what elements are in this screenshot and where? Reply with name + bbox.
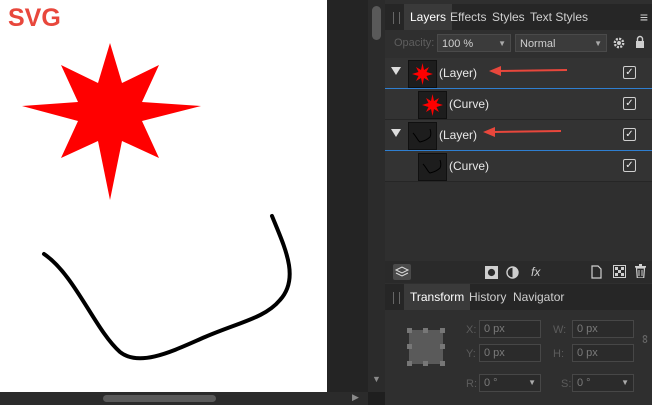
curve-thumbnail-icon — [418, 153, 447, 181]
vertical-scroll-thumb[interactable] — [372, 6, 381, 40]
w-label: W: — [553, 324, 567, 336]
opacity-value: 100 % — [442, 38, 474, 50]
expand-triangle-icon[interactable] — [391, 67, 401, 75]
chevron-down-icon: ▼ — [594, 39, 602, 48]
chevron-down-icon: ▼ — [498, 39, 506, 48]
panel-grip-icon[interactable] — [393, 12, 400, 24]
layer-tools-strip: fx — [385, 261, 652, 283]
vertical-scrollbar[interactable]: ▼ — [368, 0, 385, 392]
layers-stack-icon[interactable] — [393, 264, 411, 280]
x-position-field[interactable]: 0 px — [479, 320, 541, 338]
horizontal-scrollbar[interactable]: ▶ — [0, 392, 368, 405]
opacity-blend-row: Opacity: 100 % ▼ Normal ▼ — [385, 32, 652, 56]
x-label: X: — [466, 324, 477, 336]
star-thumbnail-icon — [408, 60, 437, 88]
visibility-checkbox[interactable]: ✓ — [623, 159, 636, 172]
tab-layers[interactable]: Layers — [404, 4, 453, 30]
h-label: H: — [553, 348, 564, 360]
tab-transform[interactable]: Transform — [404, 284, 471, 310]
layer-name: (Curve) — [449, 159, 490, 173]
fx-icon[interactable]: fx — [531, 265, 540, 279]
link-proportions-icon[interactable]: ∞ — [638, 335, 652, 344]
visibility-checkbox[interactable]: ✓ — [623, 128, 636, 141]
blend-mode-value: Normal — [520, 38, 556, 50]
star-thumbnail-icon — [418, 91, 447, 119]
scroll-right-arrow-icon[interactable]: ▶ — [352, 392, 359, 403]
blend-mode-select[interactable]: Normal ▼ — [515, 34, 607, 52]
height-field[interactable]: 0 px — [572, 344, 634, 362]
layers-tabbar: Layers Effects Styles Text Styles ≡ — [385, 4, 652, 30]
studio-panel: Layers Effects Styles Text Styles ≡ Opac… — [385, 0, 652, 405]
tab-effects[interactable]: Effects — [450, 4, 486, 30]
mask-icon[interactable] — [485, 266, 498, 279]
tab-styles[interactable]: Styles — [492, 4, 525, 30]
black-curve-shape[interactable] — [42, 214, 292, 361]
document-canvas[interactable]: SVG — [0, 0, 327, 392]
adjustment-icon[interactable] — [506, 266, 519, 279]
tab-navigator[interactable]: Navigator — [513, 284, 564, 310]
r-label: R: — [466, 378, 477, 390]
width-field[interactable]: 0 px — [572, 320, 634, 338]
opacity-field[interactable]: 100 % ▼ — [437, 34, 511, 52]
transform-tabbar: Transform History Navigator — [385, 284, 652, 310]
anchor-point-selector[interactable] — [407, 328, 445, 366]
red-star-shape[interactable] — [22, 43, 201, 200]
visibility-checkbox[interactable]: ✓ — [623, 66, 636, 79]
rotation-field[interactable]: 0 ° ▼ — [479, 374, 541, 392]
y-label: Y: — [466, 348, 476, 360]
y-position-field[interactable]: 0 px — [479, 344, 541, 362]
panel-menu-icon[interactable]: ≡ — [640, 9, 648, 25]
expand-triangle-icon[interactable] — [391, 129, 401, 137]
tab-history[interactable]: History — [469, 284, 506, 310]
pixel-layer-icon[interactable] — [613, 265, 626, 278]
red-annotation-arrow-icon — [489, 66, 568, 76]
s-label: S: — [561, 378, 572, 390]
layer-name: (Layer) — [439, 128, 478, 142]
gear-icon[interactable] — [612, 36, 626, 50]
chevron-down-icon: ▼ — [528, 378, 536, 387]
canvas-gutter — [327, 0, 368, 392]
new-page-icon[interactable] — [591, 265, 602, 279]
lock-icon[interactable] — [635, 35, 645, 49]
horizontal-scroll-thumb[interactable] — [103, 395, 216, 402]
layer-row[interactable]: (Layer) ✓ — [385, 120, 652, 151]
layer-row-child[interactable]: (Curve) ✓ — [385, 89, 652, 120]
tab-text-styles[interactable]: Text Styles — [530, 4, 588, 30]
opacity-label: Opacity: — [394, 37, 435, 49]
red-annotation-arrow-icon — [483, 127, 562, 137]
layer-name: (Curve) — [449, 97, 490, 111]
layer-row[interactable]: (Layer) ✓ — [385, 58, 652, 89]
visibility-checkbox[interactable]: ✓ — [623, 97, 636, 110]
layer-name: (Layer) — [439, 66, 478, 80]
panel-grip-icon[interactable] — [393, 292, 400, 304]
curve-thumbnail-icon — [408, 122, 437, 150]
chevron-down-icon: ▼ — [621, 378, 629, 387]
canvas-artwork — [22, 43, 292, 361]
shear-field[interactable]: 0 ° ▼ — [572, 374, 634, 392]
trash-icon[interactable] — [635, 264, 646, 278]
layer-row-child[interactable]: (Curve) ✓ — [385, 151, 652, 182]
scroll-down-arrow-icon[interactable]: ▼ — [372, 374, 381, 384]
